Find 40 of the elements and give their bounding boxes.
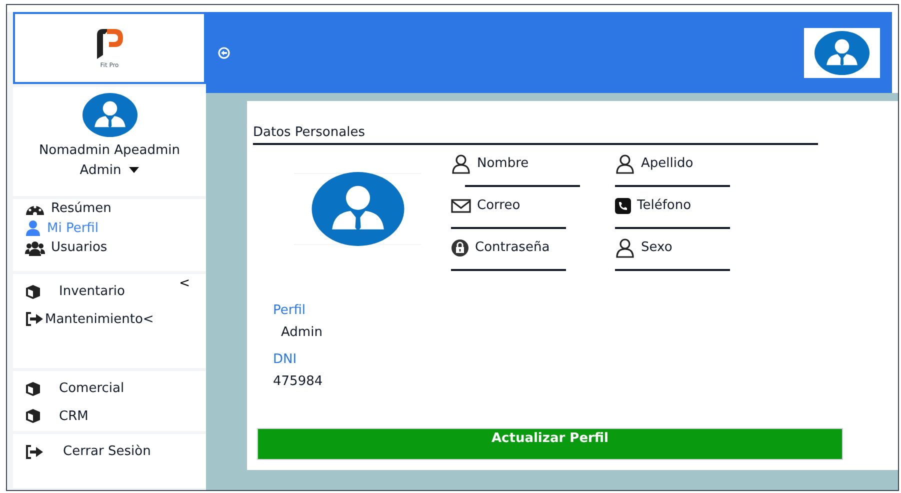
person-icon: [451, 154, 471, 174]
field-label: Teléfono: [637, 197, 692, 216]
sign-in-icon: [25, 444, 45, 460]
menu-item[interactable]: Resúmen: [25, 199, 112, 218]
field-label: Correo: [477, 197, 520, 216]
field-label: Sexo: [641, 239, 672, 258]
person-icon: [615, 154, 635, 174]
user-name: Nomadmin Apeadmin: [38, 142, 180, 160]
mail-icon: [451, 198, 471, 214]
person-icon: [615, 238, 635, 258]
avatar-icon: [80, 93, 138, 137]
menu-item[interactable]: CRM: [25, 406, 88, 426]
cube-icon: [25, 408, 41, 424]
cube-icon: [25, 284, 41, 300]
user-icon: [25, 220, 41, 236]
sign-in-icon: [25, 311, 45, 328]
field-label: Nombre: [477, 155, 529, 174]
cube-icon: [25, 380, 41, 397]
menu-item[interactable]: Mantenimiento<: [25, 310, 154, 329]
logo-icon: [94, 26, 124, 58]
caret-icon: [129, 167, 140, 174]
info-label: DNI: [273, 351, 298, 369]
menu-item[interactable]: Comercial: [25, 379, 124, 398]
update-profile-button[interactable]: Actualizar Perfil: [257, 428, 843, 460]
section-title: Datos Personales: [253, 125, 365, 140]
info-value: Admin: [280, 324, 324, 342]
menu-item[interactable]: Mi Perfil: [25, 218, 98, 238]
lock-icon: [451, 239, 469, 257]
back-icon[interactable]: [218, 46, 230, 58]
field-label: Contraseña: [475, 239, 550, 258]
info-value: 475984: [273, 372, 324, 390]
menu-item[interactable]: Cerrar Sesiòn: [25, 442, 151, 462]
menu-item[interactable]: Usuarios: [25, 238, 108, 258]
menu-item[interactable]: Inventario: [25, 282, 125, 302]
info-label: Perfil: [273, 302, 307, 320]
users-icon: [25, 240, 45, 256]
phone-icon: [615, 198, 631, 214]
collapse-toggle[interactable]: <: [179, 274, 190, 294]
user-role: Admin: [80, 162, 122, 180]
field-label: Apellido: [641, 155, 694, 174]
